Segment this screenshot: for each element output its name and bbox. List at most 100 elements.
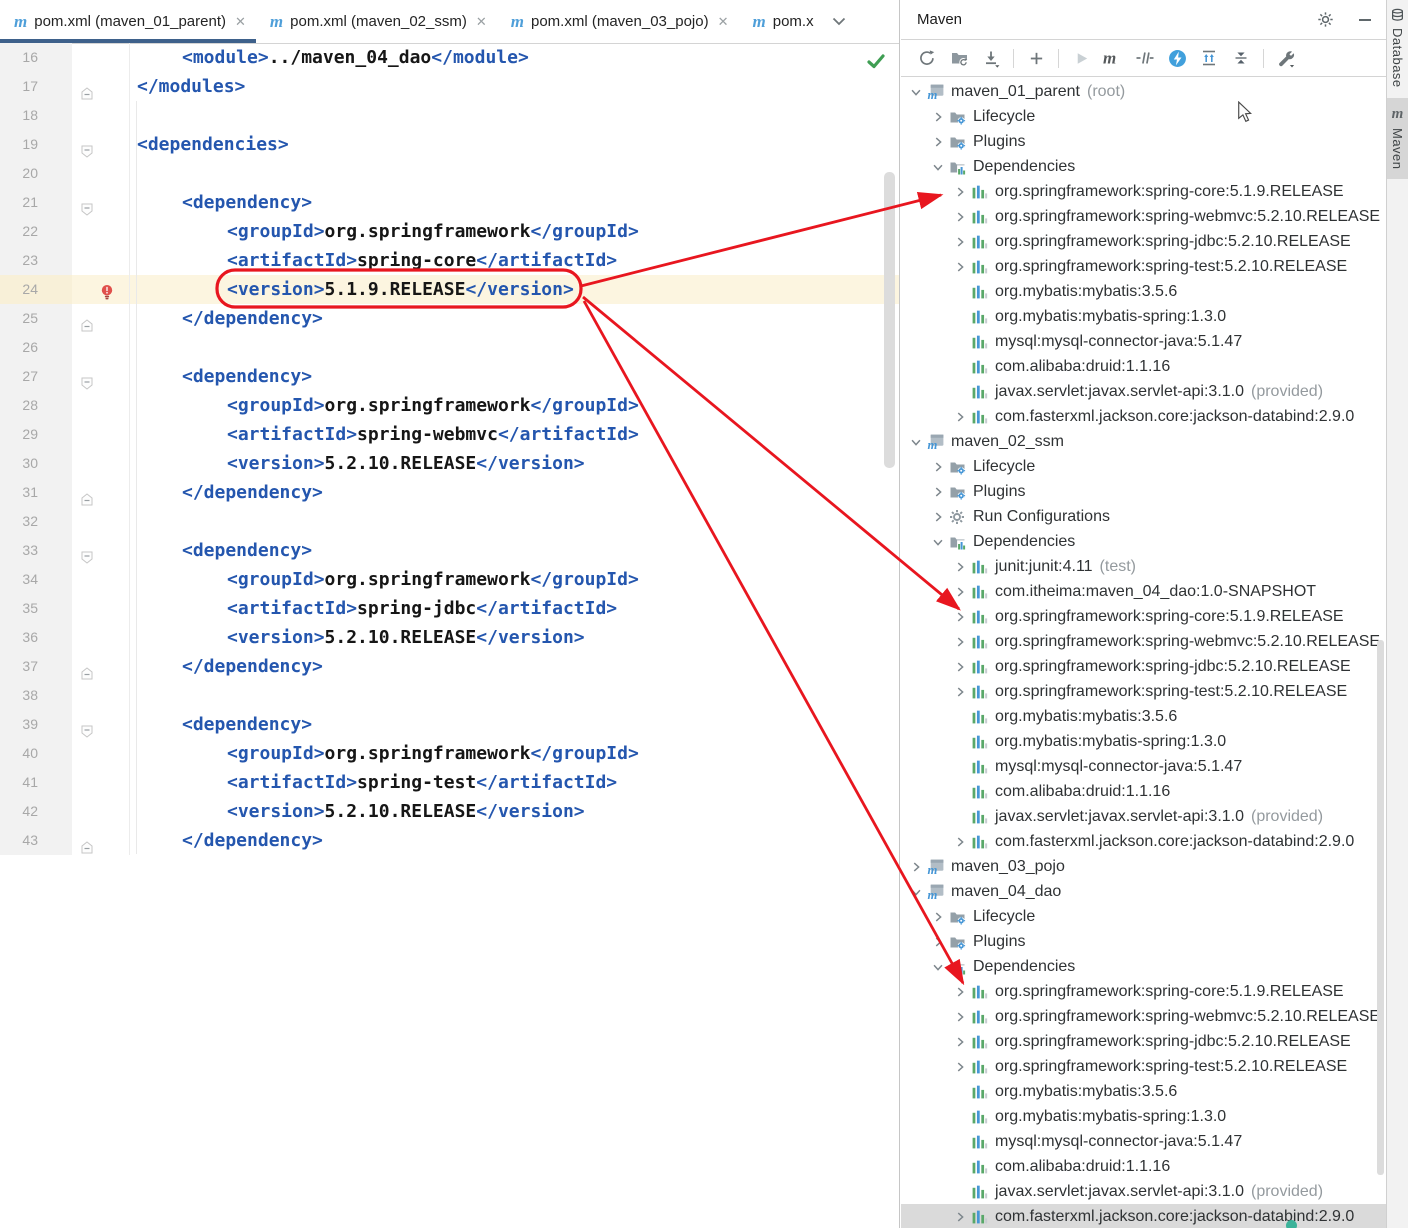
refresh-button[interactable] <box>914 46 940 70</box>
chevron-right-icon[interactable] <box>927 135 949 149</box>
tree-row[interactable]: Dependencies <box>901 154 1386 179</box>
tree-row[interactable]: javax.servlet:javax.servlet-api:3.1.0 (pr… <box>901 379 1386 404</box>
tree-row[interactable]: org.mybatis:mybatis:3.5.6 <box>901 704 1386 729</box>
tree-row[interactable]: Lifecycle <box>901 904 1386 929</box>
code-line[interactable]: 31 </dependency> <box>0 478 899 507</box>
code-line[interactable]: 21 <dependency> <box>0 188 899 217</box>
close-icon[interactable]: ✕ <box>718 14 729 30</box>
tree-row[interactable]: org.springframework:spring-test:5.2.10.R… <box>901 254 1386 279</box>
code-line[interactable]: 30 <version>5.2.10.RELEASE</version> <box>0 449 899 478</box>
chevron-down-icon[interactable] <box>927 160 949 174</box>
tab-pom-truncated[interactable]: m pom.x <box>739 0 824 43</box>
chevron-right-icon[interactable] <box>927 460 949 474</box>
chevron-right-icon[interactable] <box>949 260 971 274</box>
collapse-all-button[interactable] <box>1228 46 1254 70</box>
tree-row[interactable]: org.springframework:spring-webmvc:5.2.10… <box>901 629 1386 654</box>
tree-row[interactable]: Lifecycle <box>901 454 1386 479</box>
code-line[interactable]: 23 <artifactId>spring-core</artifactId> <box>0 246 899 275</box>
chevron-right-icon[interactable] <box>927 910 949 924</box>
download-button[interactable] <box>978 46 1004 70</box>
tree-row[interactable]: Plugins <box>901 129 1386 154</box>
code-line[interactable]: 18 <box>0 101 899 130</box>
chevron-right-icon[interactable] <box>949 1035 971 1049</box>
chevron-right-icon[interactable] <box>949 685 971 699</box>
code-line[interactable]: 40 <groupId>org.springframework</groupId> <box>0 739 899 768</box>
editor-scrollbar[interactable] <box>884 172 895 468</box>
chevron-right-icon[interactable] <box>949 210 971 224</box>
chevron-right-icon[interactable] <box>949 635 971 649</box>
fold-end-icon[interactable] <box>81 834 93 863</box>
add-button[interactable] <box>1023 46 1049 70</box>
tree-row[interactable]: Dependencies <box>901 954 1386 979</box>
code-line[interactable]: 37 </dependency> <box>0 652 899 681</box>
tree-row[interactable]: org.springframework:spring-test:5.2.10.R… <box>901 1054 1386 1079</box>
tree-row[interactable]: mysql:mysql-connector-java:5.1.47 <box>901 754 1386 779</box>
tree-row[interactable]: org.springframework:spring-test:5.2.10.R… <box>901 679 1386 704</box>
tree-row[interactable]: Dependencies <box>901 529 1386 554</box>
code-line[interactable]: 20 <box>0 159 899 188</box>
code-editor[interactable]: 16 <module>../maven_04_dao</module> 17 </mo… <box>0 43 899 855</box>
code-line[interactable]: 26 <box>0 333 899 362</box>
code-line[interactable]: 22 <groupId>org.springframework</groupId> <box>0 217 899 246</box>
chevron-right-icon[interactable] <box>949 1210 971 1224</box>
chevron-right-icon[interactable] <box>949 235 971 249</box>
maven-goal-button[interactable]: m <box>1100 46 1126 70</box>
tree-row[interactable]: org.mybatis:mybatis-spring:1.3.0 <box>901 729 1386 754</box>
tree-row[interactable]: org.springframework:spring-core:5.1.9.RE… <box>901 979 1386 1004</box>
tree-row[interactable]: org.mybatis:mybatis-spring:1.3.0 <box>901 1104 1386 1129</box>
code-line[interactable]: 32 <box>0 507 899 536</box>
tree-row[interactable]: m maven_03_pojo <box>901 854 1386 879</box>
tree-row[interactable]: com.alibaba:druid:1.1.16 <box>901 779 1386 804</box>
close-icon[interactable]: ✕ <box>235 14 246 30</box>
code-line[interactable]: 24 <version>5.1.9.RELEASE</version> <box>0 275 899 304</box>
code-line[interactable]: 43 </dependency> <box>0 826 899 855</box>
chevron-right-icon[interactable] <box>949 1010 971 1024</box>
sync-folder-button[interactable] <box>946 46 972 70</box>
settings-wrench-button[interactable] <box>1273 46 1299 70</box>
tree-row[interactable]: org.mybatis:mybatis-spring:1.3.0 <box>901 304 1386 329</box>
chevron-right-icon[interactable] <box>927 935 949 949</box>
chevron-right-icon[interactable] <box>949 410 971 424</box>
tree-row[interactable]: org.springframework:spring-core:5.1.9.RE… <box>901 179 1386 204</box>
tree-row[interactable]: com.alibaba:druid:1.1.16 <box>901 354 1386 379</box>
tree-row[interactable]: mysql:mysql-connector-java:5.1.47 <box>901 1129 1386 1154</box>
code-line[interactable]: 34 <groupId>org.springframework</groupId> <box>0 565 899 594</box>
chevron-right-icon[interactable] <box>949 185 971 199</box>
tree-row[interactable]: mysql:mysql-connector-java:5.1.47 <box>901 329 1386 354</box>
code-line[interactable]: 41 <artifactId>spring-test</artifactId> <box>0 768 899 797</box>
tree-row[interactable]: Run Configurations <box>901 504 1386 529</box>
skip-tests-button[interactable] <box>1132 46 1158 70</box>
tab-pom-maven-02-ssm[interactable]: m pom.xml (maven_02_ssm) ✕ <box>256 0 497 43</box>
chevron-down-icon[interactable] <box>905 885 927 899</box>
code-line[interactable]: 38 <box>0 681 899 710</box>
tree-row[interactable]: com.fasterxml.jackson.core:jackson-datab… <box>901 404 1386 429</box>
chevron-right-icon[interactable] <box>905 860 927 874</box>
chevron-right-icon[interactable] <box>949 1060 971 1074</box>
chevron-right-icon[interactable] <box>949 985 971 999</box>
code-line[interactable]: 39 <dependency> <box>0 710 899 739</box>
code-line[interactable]: 42 <version>5.2.10.RELEASE</version> <box>0 797 899 826</box>
code-line[interactable]: 19 <dependencies> <box>0 130 899 159</box>
chevron-right-icon[interactable] <box>949 835 971 849</box>
tree-row[interactable]: m maven_02_ssm <box>901 429 1386 454</box>
expand-all-button[interactable] <box>1196 46 1222 70</box>
tree-row[interactable]: org.springframework:spring-webmvc:5.2.10… <box>901 204 1386 229</box>
tree-row[interactable]: Plugins <box>901 479 1386 504</box>
code-line[interactable]: 16 <module>../maven_04_dao</module> <box>0 43 899 72</box>
code-line[interactable]: 33 <dependency> <box>0 536 899 565</box>
tree-row[interactable]: javax.servlet:javax.servlet-api:3.1.0 (pr… <box>901 1179 1386 1204</box>
code-line[interactable]: 35 <artifactId>spring-jdbc</artifactId> <box>0 594 899 623</box>
tree-row[interactable]: org.mybatis:mybatis:3.5.6 <box>901 1079 1386 1104</box>
chevron-right-icon[interactable] <box>927 485 949 499</box>
tree-row[interactable]: org.springframework:spring-jdbc:5.2.10.R… <box>901 654 1386 679</box>
tree-row[interactable]: javax.servlet:javax.servlet-api:3.1.0 (pr… <box>901 804 1386 829</box>
chevron-down-icon[interactable] <box>927 960 949 974</box>
chevron-down-icon[interactable] <box>905 85 927 99</box>
code-line[interactable]: 36 <version>5.2.10.RELEASE</version> <box>0 623 899 652</box>
close-icon[interactable]: ✕ <box>476 14 487 30</box>
tree-row[interactable]: org.springframework:spring-core:5.1.9.RE… <box>901 604 1386 629</box>
tree-row[interactable]: com.fasterxml.jackson.core:jackson-datab… <box>901 829 1386 854</box>
tree-row[interactable]: org.springframework:spring-webmvc:5.2.10… <box>901 1004 1386 1029</box>
chevron-right-icon[interactable] <box>949 610 971 624</box>
chevron-right-icon[interactable] <box>949 660 971 674</box>
